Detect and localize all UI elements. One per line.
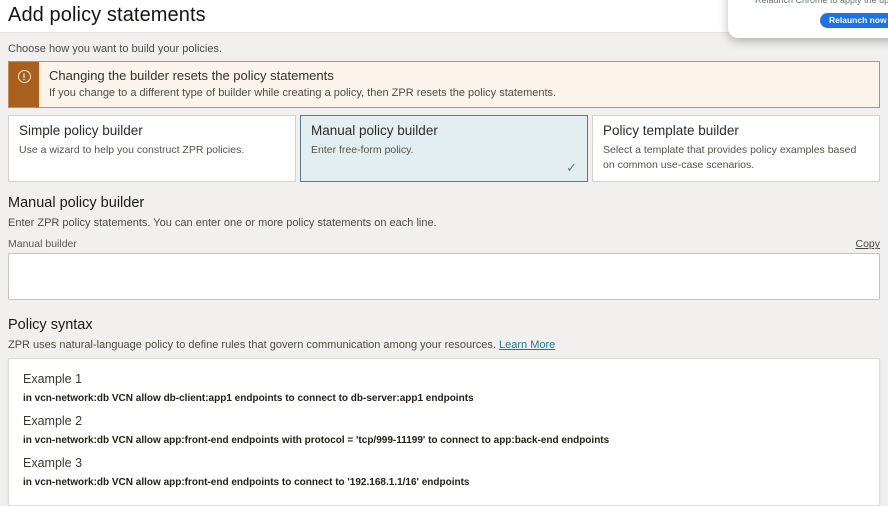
card-description: Use a wizard to help you construct ZPR p… — [19, 143, 285, 158]
example-statement: in vcn-network:db VCN allow app:front-en… — [23, 435, 865, 446]
selected-check-icon: ✓ — [566, 160, 577, 176]
relaunch-now-button[interactable]: Relaunch now — [820, 13, 888, 28]
warning-title: Changing the builder resets the policy s… — [49, 68, 556, 83]
card-title: Manual policy builder — [311, 123, 577, 138]
example-statement: in vcn-network:db VCN allow db-client:ap… — [23, 393, 865, 404]
card-simple-policy-builder[interactable]: Simple policy builder Use a wizard to he… — [8, 115, 296, 182]
warning-banner: ! Changing the builder resets the policy… — [8, 61, 880, 108]
alert-circle-icon: ! — [18, 70, 31, 83]
card-policy-template-builder[interactable]: Policy template builder Select a templat… — [592, 115, 880, 182]
warning-body: Changing the builder resets the policy s… — [39, 62, 566, 107]
example-label: Example 2 — [23, 414, 865, 428]
warning-icon-block: ! — [9, 62, 39, 107]
card-title: Simple policy builder — [19, 123, 285, 138]
manual-builder-field-label: Manual builder — [8, 238, 77, 250]
policy-syntax-section-title: Policy syntax — [8, 317, 880, 333]
learn-more-link[interactable]: Learn More — [499, 339, 555, 351]
example-item: Example 3 in vcn-network:db VCN allow ap… — [23, 456, 865, 488]
card-manual-policy-builder[interactable]: Manual policy builder Enter free-form po… — [300, 115, 588, 182]
policy-syntax-description-text: ZPR uses natural-language policy to defi… — [8, 339, 496, 351]
example-statement: in vcn-network:db VCN allow app:front-en… — [23, 477, 865, 488]
example-label: Example 1 — [23, 372, 865, 386]
update-popup-message: Relaunch Chrome to apply the update — [755, 0, 888, 5]
copy-link[interactable]: Copy — [855, 238, 880, 250]
policy-syntax-description: ZPR uses natural-language policy to defi… — [8, 339, 880, 351]
card-description: Select a template that provides policy e… — [603, 143, 869, 172]
card-title: Policy template builder — [603, 123, 869, 138]
card-description: Enter free-form policy. — [311, 143, 577, 158]
manual-builder-description: Enter ZPR policy statements. You can ent… — [8, 217, 880, 229]
manual-builder-section-title: Manual policy builder — [8, 195, 880, 211]
manual-builder-textarea[interactable] — [8, 253, 880, 300]
example-item: Example 1 in vcn-network:db VCN allow db… — [23, 372, 865, 404]
builder-cards-row: Simple policy builder Use a wizard to he… — [8, 115, 880, 182]
example-label: Example 3 — [23, 456, 865, 470]
example-item: Example 2 in vcn-network:db VCN allow ap… — [23, 414, 865, 446]
browser-update-popup: Relaunch Chrome to apply the update Rela… — [728, 0, 888, 38]
policy-syntax-examples-box: Example 1 in vcn-network:db VCN allow db… — [8, 358, 880, 506]
manual-builder-field-row: Manual builder Copy — [8, 238, 880, 250]
warning-description: If you change to a different type of bui… — [49, 87, 556, 99]
intro-text: Choose how you want to build your polici… — [8, 43, 880, 55]
